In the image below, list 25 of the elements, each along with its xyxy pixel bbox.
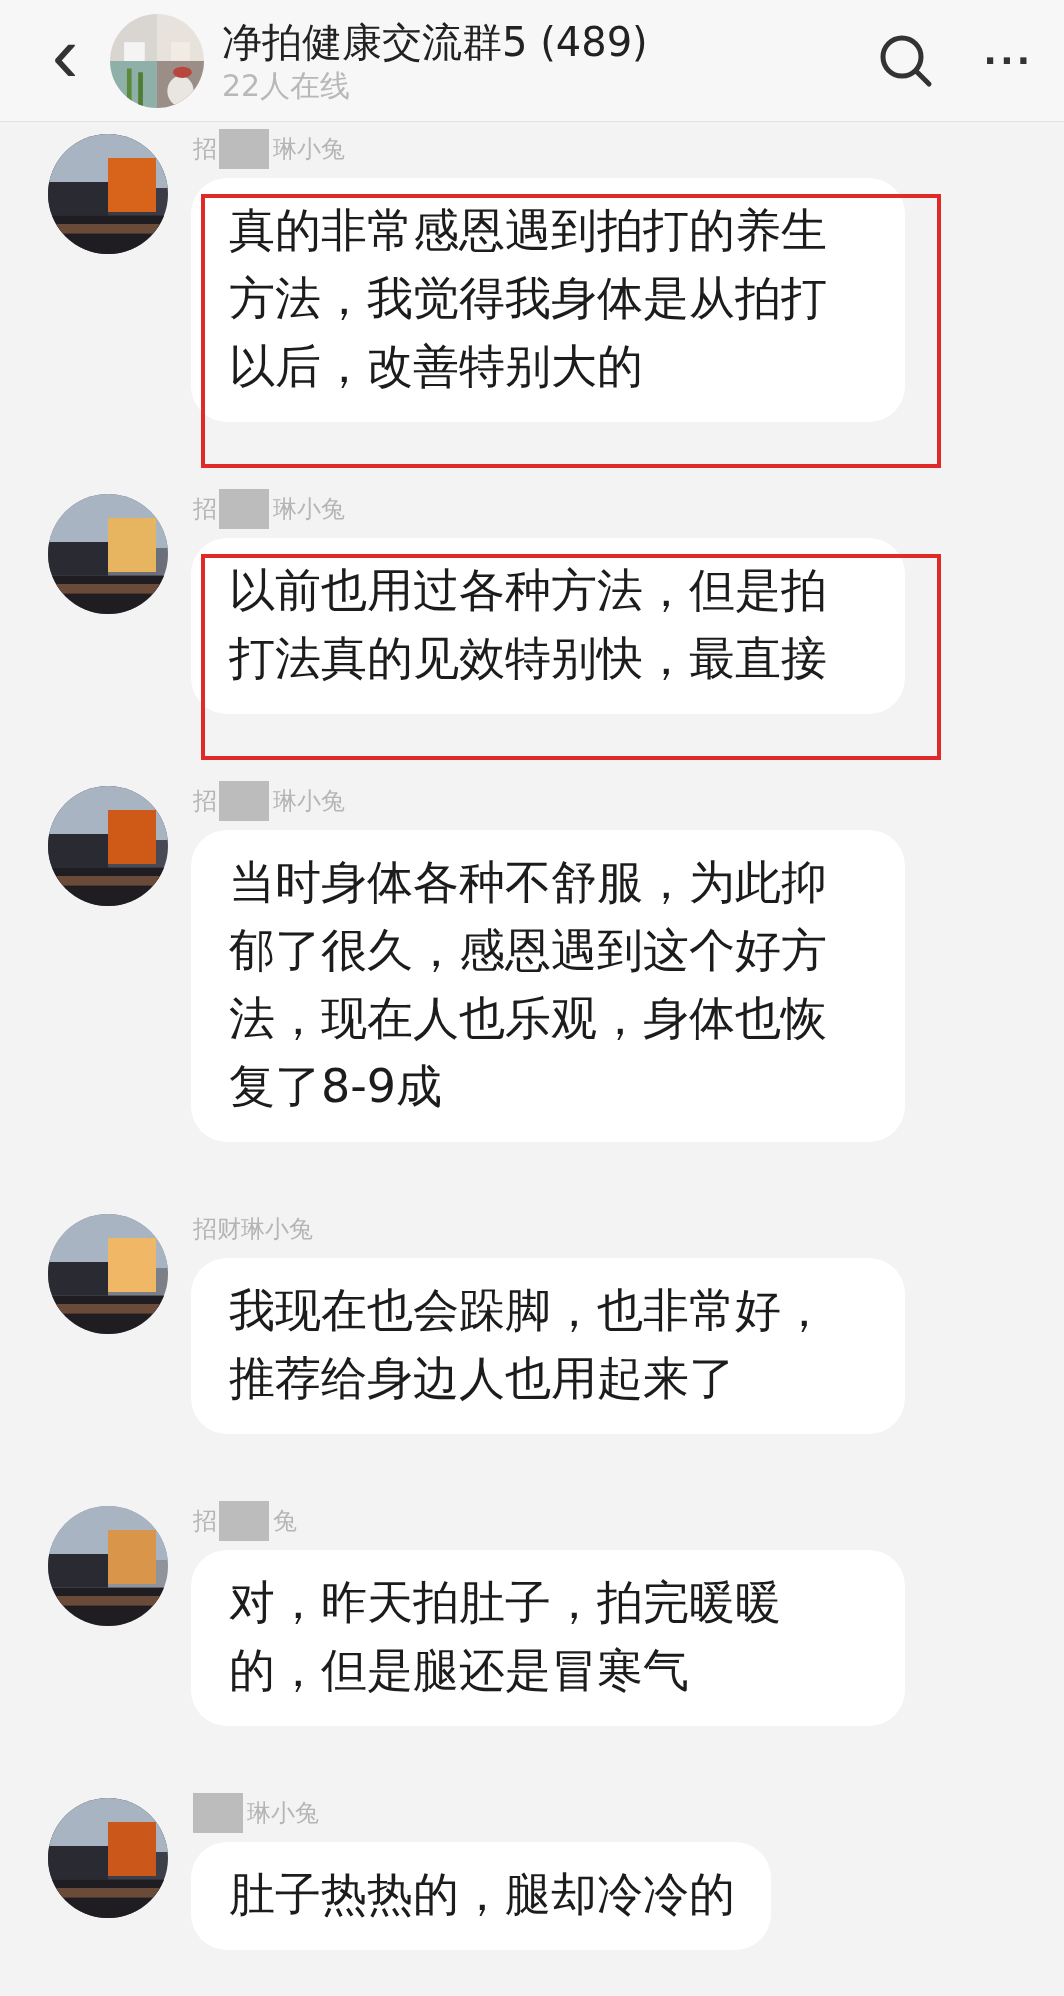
chat-title: 净拍健康交流群5 (489): [222, 17, 649, 67]
more-button[interactable]: ···: [984, 35, 1034, 86]
sender-name: 琳小兔: [272, 134, 345, 164]
message-bubble: 对，昨天拍肚子，拍完暖暖的，但是腿还是冒寒气: [191, 1550, 905, 1726]
sender-name: 琳小兔: [272, 494, 345, 524]
sender-name: 琳小兔: [246, 1798, 319, 1828]
sender-name: 招: [192, 134, 217, 164]
redaction-block: [193, 1793, 243, 1833]
message-bubble: 真的非常感恩遇到拍打的养生方法，我觉得我身体是从拍打以后，改善特别大的: [191, 178, 905, 422]
redaction-block: [219, 1501, 269, 1541]
sender-name: 琳小兔: [272, 786, 345, 816]
online-count: 22人在线: [222, 66, 352, 105]
message-bubble: 我现在也会跺脚，也非常好，推荐给身边人也用起来了: [191, 1258, 905, 1434]
message-bubble: 当时身体各种不舒服，为此抑郁了很久，感恩遇到这个好方法，现在人也乐观，身体也恢复了8-9成: [191, 830, 905, 1142]
sender-name: 招: [192, 786, 217, 816]
redaction-block: [219, 489, 269, 529]
message-bubble: 肚子热热的，腿却冷冷的: [191, 1842, 771, 1950]
sender-name: 兔: [272, 1506, 297, 1536]
back-button[interactable]: ‹: [40, 14, 90, 107]
redaction-block: [219, 781, 269, 821]
sender-name: 招: [192, 494, 217, 524]
sender-name: 招财琳小兔: [192, 1214, 313, 1244]
message-bubble: 以前也用过各种方法，但是拍打法真的见效特别快，最直接: [191, 538, 905, 714]
redaction-block: [219, 129, 269, 169]
sender-name: 招: [192, 1506, 217, 1536]
